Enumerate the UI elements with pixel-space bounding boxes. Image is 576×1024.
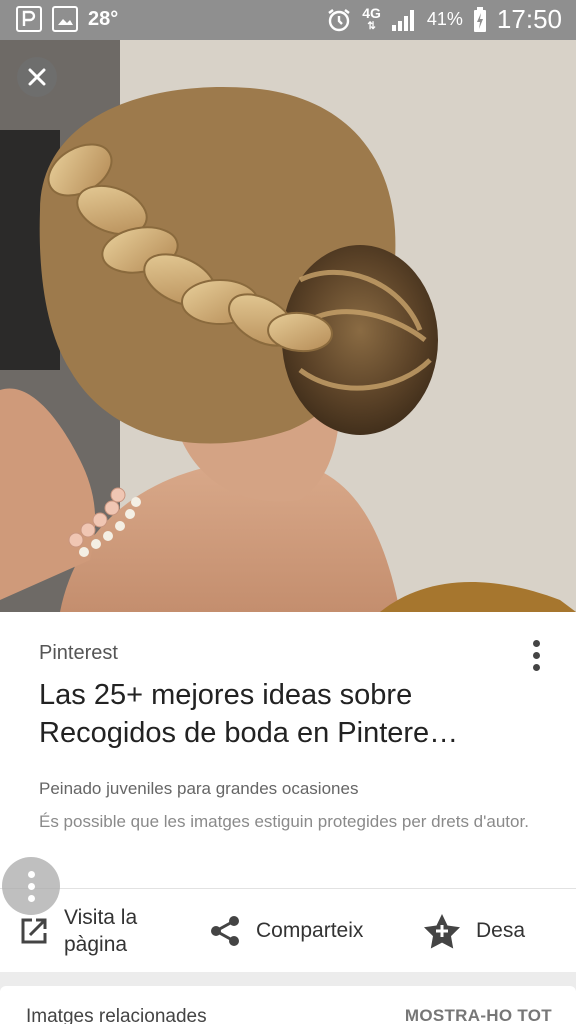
share-icon — [211, 915, 239, 946]
temperature: 28° — [88, 7, 119, 30]
visit-page-label: Visita la pàgina — [64, 905, 138, 956]
related-images-title: Imatges relacionades — [26, 1006, 207, 1024]
more-dot-icon — [532, 651, 540, 659]
save-label: Desa — [476, 918, 526, 942]
battery-charging-icon — [473, 6, 486, 32]
action-bar: Visita la pàgina Comparteix Desa — [0, 889, 576, 972]
share-label: Comparteix — [256, 918, 364, 942]
share-button[interactable]: Comparteix — [208, 889, 363, 972]
network-type: 4G ⇅ — [362, 4, 381, 32]
menu-dot-icon — [27, 882, 35, 890]
result-info-panel: Pinterest Las 25+ mejores ideas sobre Re… — [0, 612, 576, 972]
close-button[interactable] — [17, 57, 57, 97]
close-icon — [28, 68, 46, 86]
clock: 17:50 — [496, 4, 562, 34]
show-all-button[interactable]: MOSTRA-HO TOT — [405, 1006, 552, 1024]
more-dot-icon — [532, 639, 540, 647]
floating-menu-button[interactable] — [2, 857, 60, 915]
gallery-icon — [52, 6, 78, 32]
status-bar-right: 4G ⇅ 41% 17:50 — [326, 4, 562, 35]
open-external-icon — [21, 918, 47, 943]
more-options-button[interactable] — [520, 634, 552, 676]
battery-percent: 41% — [426, 9, 463, 29]
star-plus-icon — [424, 913, 460, 948]
more-dot-icon — [532, 663, 540, 671]
menu-dot-icon — [27, 894, 35, 902]
copyright-notice: És possible que les imatges estiguin pro… — [39, 812, 529, 831]
alarm-icon — [328, 8, 350, 31]
result-subtitle: Peinado juveniles para grandes ocasiones — [39, 779, 359, 798]
menu-dot-icon — [27, 870, 35, 878]
notification-p-icon — [16, 6, 42, 32]
signal-icon — [391, 9, 414, 31]
status-bar: 28° 4G ⇅ 41% 17:50 — [0, 0, 576, 40]
related-images-header: Imatges relacionades MOSTRA-HO TOT — [0, 986, 576, 1024]
status-bar-left: 28° — [16, 6, 118, 32]
result-title[interactable]: Las 25+ mejores ideas sobre Recogidos de… — [39, 676, 539, 752]
hero-image[interactable] — [0, 40, 576, 612]
save-button[interactable]: Desa — [422, 889, 525, 972]
source-label[interactable]: Pinterest — [39, 642, 118, 665]
hairstyle-photo — [0, 40, 576, 612]
